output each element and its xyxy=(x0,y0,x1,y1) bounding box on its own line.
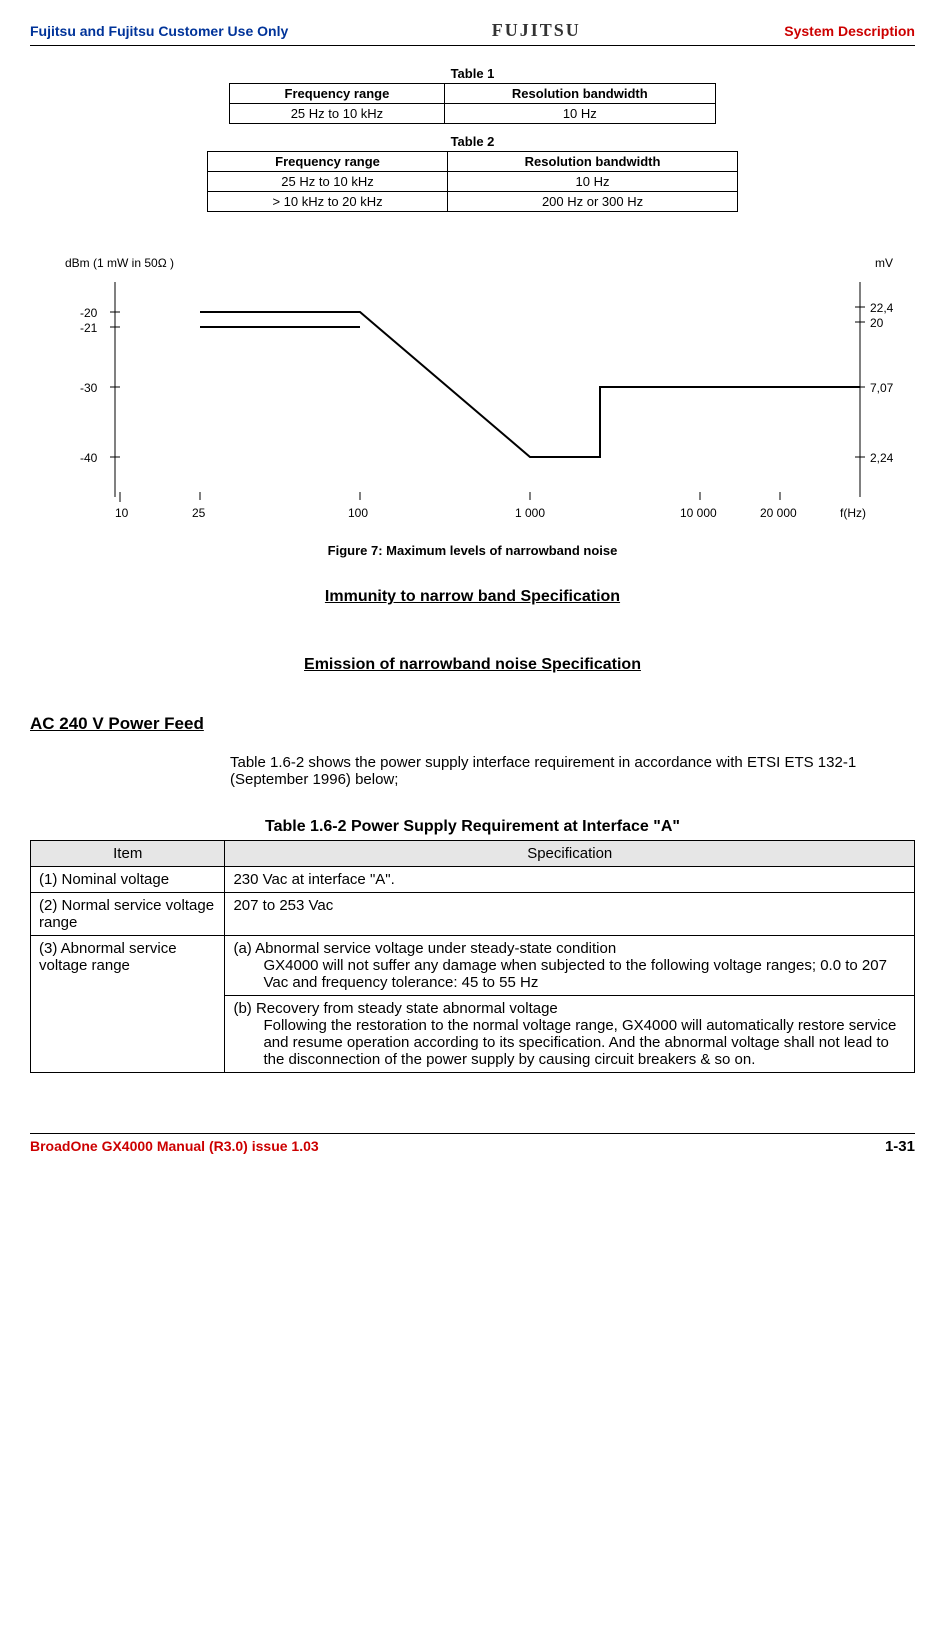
spec-r3b-body: Following the restoration to the normal … xyxy=(233,1017,906,1068)
spec-r2-spec: 207 to 253 Vac xyxy=(225,893,915,936)
page-header: Fujitsu and Fujitsu Customer Use Only FU… xyxy=(30,20,915,46)
table2-h1: Frequency range xyxy=(208,152,448,172)
spec-r3b-head: (b) Recovery from steady state abnormal … xyxy=(233,1000,906,1017)
table2-title: Table 2 xyxy=(207,134,738,149)
header-logo: FUJITSU xyxy=(492,20,581,41)
chart-xtick-25: 25 xyxy=(192,506,206,520)
table2-h2: Resolution bandwidth xyxy=(448,152,738,172)
heading-ac240: AC 240 V Power Feed xyxy=(30,714,915,734)
spec-r3a-body: GX4000 will not suffer any damage when s… xyxy=(233,957,906,991)
chart-ltick-21: -21 xyxy=(80,321,98,335)
fujitsu-logo-text: FUJITSU xyxy=(492,20,581,40)
header-left: Fujitsu and Fujitsu Customer Use Only xyxy=(30,23,288,39)
footer-left: BroadOne GX4000 Manual (R3.0) issue 1.03 xyxy=(30,1138,319,1155)
spec-r3b: (b) Recovery from steady state abnormal … xyxy=(225,996,915,1073)
spec-r1-spec: 230 Vac at interface "A". xyxy=(225,867,915,893)
chart-y-right-label: mV xyxy=(875,256,893,270)
chart-ltick-30: -30 xyxy=(80,381,98,395)
spec-table: Item Specification (1) Nominal voltage 2… xyxy=(30,840,915,1073)
spec-h-item: Item xyxy=(31,841,225,867)
footer-right: 1-31 xyxy=(885,1138,915,1155)
table1-r1c2: 10 Hz xyxy=(444,104,715,124)
spec-r3a: (a) Abnormal service voltage under stead… xyxy=(225,936,915,996)
para-intro: Table 1.6-2 shows the power supply inter… xyxy=(230,754,895,788)
chart-y-left-label: dBm (1 mW in 50Ω ) xyxy=(65,256,174,270)
chart-rtick-20: 20 xyxy=(870,316,884,330)
chart-rtick-224b: 2,24 xyxy=(870,451,894,465)
chart-ltick-20: -20 xyxy=(80,306,98,320)
chart-caption: Figure 7: Maximum levels of narrowband n… xyxy=(60,543,885,558)
table2-r1c1: 25 Hz to 10 kHz xyxy=(208,172,448,192)
heading-emission: Emission of narrowband noise Specificati… xyxy=(304,656,641,673)
header-right: System Description xyxy=(784,23,915,39)
table2-r2c1: > 10 kHz to 20 kHz xyxy=(208,192,448,212)
chart-xtick-20000: 20 000 xyxy=(760,506,797,520)
spec-r1-item: (1) Nominal voltage xyxy=(31,867,225,893)
chart-xtick-10: 10 xyxy=(115,506,129,520)
spec-h-spec: Specification xyxy=(225,841,915,867)
table1-title: Table 1 xyxy=(229,66,716,81)
spec-r3-item: (3) Abnormal service voltage range xyxy=(31,936,225,1073)
table2: Frequency range Resolution bandwidth 25 … xyxy=(207,151,738,212)
page-footer: BroadOne GX4000 Manual (R3.0) issue 1.03… xyxy=(30,1133,915,1155)
chart-rtick-224: 22,4 xyxy=(870,301,894,315)
table1: Frequency range Resolution bandwidth 25 … xyxy=(229,83,716,124)
table1-h1: Frequency range xyxy=(230,84,445,104)
table2-r2c2: 200 Hz or 300 Hz xyxy=(448,192,738,212)
table1-r1c1: 25 Hz to 10 kHz xyxy=(230,104,445,124)
chart-ltick-40: -40 xyxy=(80,451,98,465)
chart-figure: dBm (1 mW in 50Ω ) mV -20 -21 -30 -40 22… xyxy=(60,252,885,558)
chart-svg: dBm (1 mW in 50Ω ) mV -20 -21 -30 -40 22… xyxy=(60,252,910,532)
chart-xtick-1000: 1 000 xyxy=(515,506,545,520)
spec-r3a-head: (a) Abnormal service voltage under stead… xyxy=(233,940,906,957)
chart-xtick-10000: 10 000 xyxy=(680,506,717,520)
table2-r1c2: 10 Hz xyxy=(448,172,738,192)
chart-rtick-707: 7,07 xyxy=(870,381,894,395)
table1-h2: Resolution bandwidth xyxy=(444,84,715,104)
spec-r2-item: (2) Normal service voltage range xyxy=(31,893,225,936)
chart-xtick-100: 100 xyxy=(348,506,368,520)
heading-immunity: Immunity to narrow band Specification xyxy=(325,588,620,605)
spec-table-title: Table 1.6-2 Power Supply Requirement at … xyxy=(30,818,915,836)
chart-x-label: f(Hz) xyxy=(840,506,866,520)
